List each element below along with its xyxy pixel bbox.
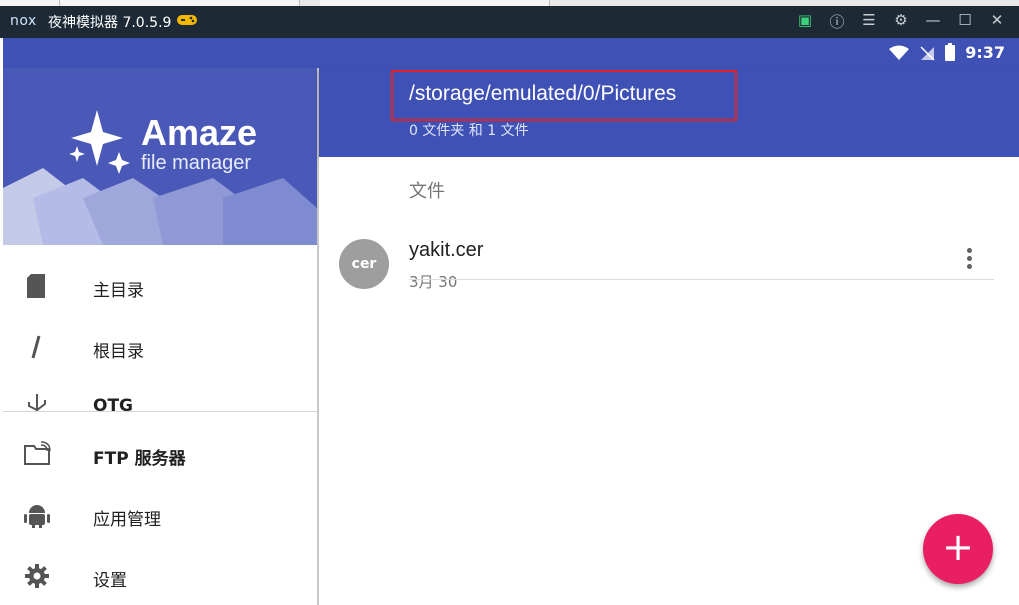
drawer-item-root[interactable]: 根目录 <box>3 317 317 377</box>
drawer-item-ftp[interactable]: FTP 服务器 <box>3 424 317 484</box>
drawer-item-label: 设置 <box>93 571 127 591</box>
file-name: yakit.cer <box>409 239 484 261</box>
file-list: 文件 cer yakit.cer 3月 30 <box>319 157 1019 605</box>
gamepad-icon[interactable] <box>176 13 198 30</box>
drawer-item-settings[interactable]: 设置 <box>3 546 317 605</box>
no-signal-icon <box>920 45 935 61</box>
drawer-item-app-manager[interactable]: 应用管理 <box>3 485 317 545</box>
status-bar: 9:37 <box>3 38 1019 68</box>
brand-subtitle: file manager <box>141 152 252 174</box>
emulator-titlebar: nox 夜神模拟器 7.0.5.9 ▣ ⓘ ☰ ⚙ — ☐ ✕ <box>0 0 1019 38</box>
brand-name: Amaze <box>141 112 258 153</box>
nox-logo: nox <box>10 13 37 29</box>
folder-summary: 0 文件夹 和 1 文件 <box>409 123 529 139</box>
clock: 9:37 <box>965 43 1005 62</box>
gear-icon <box>25 564 49 588</box>
browser-tab-strip <box>0 0 1019 6</box>
file-row[interactable]: cer yakit.cer 3月 30 <box>319 227 1019 311</box>
wallet-icon[interactable]: ▣ <box>789 11 821 32</box>
current-path[interactable]: /storage/emulated/0/Pictures <box>409 82 676 106</box>
row-divider <box>409 279 994 280</box>
ftp-folder-icon <box>24 441 51 465</box>
slash-icon <box>31 335 41 359</box>
drawer-item-home[interactable]: 主目录 <box>3 256 317 316</box>
close-icon[interactable]: ✕ <box>981 11 1013 32</box>
window-title: 夜神模拟器 7.0.5.9 <box>48 15 172 31</box>
drawer-item-label: 主目录 <box>93 281 144 301</box>
wifi-icon <box>889 45 910 60</box>
android-icon <box>24 505 50 528</box>
usb-icon <box>28 394 46 412</box>
drawer-item-label: OTG <box>93 396 134 412</box>
drawer-divider <box>3 411 317 412</box>
amaze-logo-icon <box>69 110 130 174</box>
file-date: 3月 30 <box>409 273 458 291</box>
help-icon[interactable]: ⓘ <box>821 11 853 32</box>
drawer-header: Amaze file manager <box>3 68 317 245</box>
navigation-drawer: Amaze file manager 主目录 根目录 OTG FTP 服务器 应… <box>3 68 319 605</box>
file-type-avatar: cer <box>339 239 389 289</box>
android-screen: 9:37 Amaze file manager 主目录 根目录 OTG FTP … <box>3 38 1019 605</box>
window-controls: ▣ ⓘ ☰ ⚙ — ☐ ✕ <box>789 11 1013 32</box>
battery-icon <box>945 42 956 61</box>
more-vert-icon[interactable] <box>959 245 979 275</box>
minimize-icon[interactable]: — <box>917 11 949 32</box>
drawer-item-label: FTP 服务器 <box>93 449 186 469</box>
drawer-item-label: 根目录 <box>93 342 144 362</box>
section-header: 文件 <box>409 181 445 202</box>
drawer-item-label: 应用管理 <box>93 510 161 530</box>
menu-icon[interactable]: ☰ <box>853 11 885 32</box>
add-fab-button[interactable]: + <box>923 514 993 584</box>
settings-icon[interactable]: ⚙ <box>885 11 917 32</box>
maximize-icon[interactable]: ☐ <box>949 11 981 32</box>
app-bar: /storage/emulated/0/Pictures 0 文件夹 和 1 文… <box>319 68 1019 157</box>
sd-card-icon <box>27 274 45 298</box>
drawer-item-otg[interactable]: OTG <box>3 376 317 412</box>
